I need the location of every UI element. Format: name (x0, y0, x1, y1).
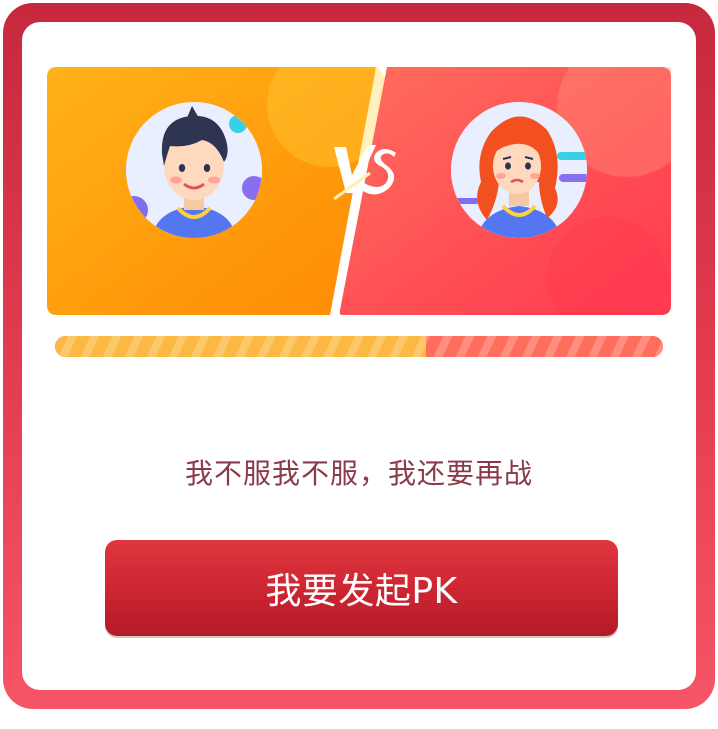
taunt-message: 我不服我不服，我还要再战 (184, 457, 533, 490)
vs-icon (330, 137, 400, 207)
boy-avatar-icon (126, 102, 262, 238)
progress-stripes (55, 336, 663, 357)
girl-avatar-icon (451, 102, 587, 238)
start-pk-button-label: 我要发起PK (265, 571, 458, 612)
pk-progress-bar (55, 336, 663, 357)
start-pk-button[interactable]: 我要发起PK (105, 540, 618, 636)
vs-banner (47, 67, 671, 315)
